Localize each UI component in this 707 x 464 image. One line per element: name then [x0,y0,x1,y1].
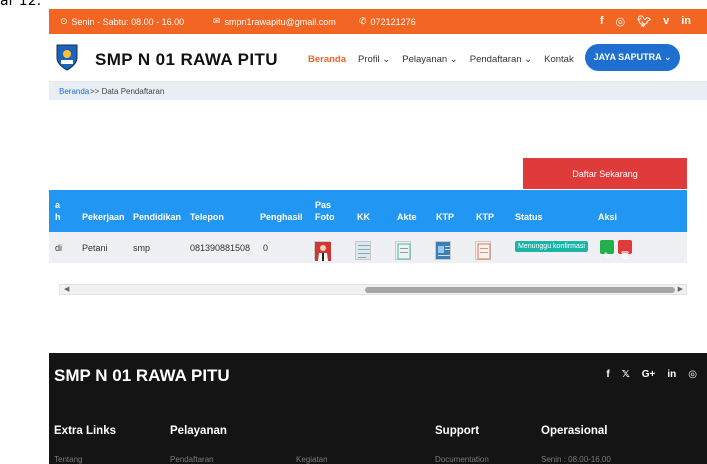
facebook-icon[interactable]: f [600,15,604,28]
main-navbar: SMP N 01 RAWA PITU Beranda Profil ⌄ Pela… [49,34,707,82]
breadcrumb: Beranda >> Data Pendaftaran [49,82,707,100]
header-pendidikan: Pendidikan [133,212,182,222]
linkedin-icon[interactable]: in [667,369,676,380]
site-footer: SMP N 01 RAWA PITU f 𝕏 G+ in ◎ Extra Lin… [49,353,707,464]
header-pekerjaan: Pekerjaan [82,212,125,222]
footer-heading-extra-links: Extra Links [54,425,116,437]
kk-thumbnail[interactable] [355,241,371,260]
nav-profil[interactable]: Profil ⌄ [358,54,390,65]
table-row: di Petani smp 081390881508 0 Menunggu ko… [49,232,687,263]
email-text: smpn1rawapitu@gmail.com [224,16,336,27]
footer-heading-support: Support [435,425,480,437]
vimeo-icon[interactable]: v [663,15,669,28]
header-ktp-1: KTP [436,212,454,222]
phone-text: 072121276 [370,16,416,27]
mail-icon: ✉ [213,16,221,26]
pas-foto-thumbnail[interactable] [314,241,331,261]
header-aksi: Aksi [598,212,618,222]
clock-icon: ⊙ [60,16,68,26]
twitter-icon[interactable]: 𝕏 [622,369,630,380]
id-card-icon [438,246,450,256]
header-ktp-2: KTP [476,212,494,222]
email-info[interactable]: ✉ smpn1rawapitu@gmail.com [213,16,336,27]
site-brand[interactable]: SMP N 01 RAWA PITU [95,50,278,70]
footer-heading-operasional: Operasional [541,425,608,437]
cell-telepon: 081390881508 [190,243,251,253]
header-pas: Pas [315,200,332,210]
footer-link-pendaftaran[interactable]: Pendaftaran [170,455,214,464]
twitter-icon[interactable]: 🐦︎ [637,15,651,28]
user-menu-button[interactable]: JAYA SAPUTRA ⌄ [585,44,680,71]
school-logo-icon[interactable] [56,44,78,71]
cell-pendidikan: smp [133,243,151,253]
breadcrumb-home[interactable]: Beranda [59,87,89,96]
cell-partial: di [55,243,63,253]
nav-menu: Beranda Profil ⌄ Pelayanan ⌄ Pendaftaran… [308,54,586,65]
header-telepon: Telepon [190,212,224,222]
instagram-icon[interactable]: ◎ [616,15,626,28]
scrollbar-thumb[interactable] [365,287,675,293]
register-button[interactable]: Daftar Sekarang [523,158,687,189]
header-partial-a: a [55,200,61,210]
footer-link-kegiatan[interactable]: Kegiatan [296,455,328,464]
facebook-icon[interactable]: f [606,369,609,380]
nav-pendaftaran[interactable]: Pendaftaran ⌄ [470,54,532,65]
akte-thumbnail[interactable] [395,241,411,260]
instagram-icon[interactable]: ◎ [688,369,697,380]
footer-link-documentation[interactable]: Documentation [435,455,489,464]
breadcrumb-current: >> Data Pendaftaran [90,87,165,96]
delete-button[interactable]: 🗑︎ [618,240,632,260]
trash-icon: 🗑︎ [619,251,631,260]
hours-info: ⊙ Senin - Sabtu: 08.00 - 16.00 [60,16,184,27]
cell-penghasil: 0 [263,243,269,253]
footer-heading-pelayanan: Pelayanan [170,425,227,437]
footer-brand: SMP N 01 RAWA PITU [54,366,230,385]
table-horizontal-scrollbar[interactable]: ◀ ▶ [59,284,687,295]
social-links: f ◎ 🐦︎ v in [600,15,691,28]
table-header: a h Pekerjaan Pendidikan Telepon Penghas… [49,190,687,232]
status-badge: Menunggu konfirmasi [515,241,588,252]
hours-text: Senin - Sabtu: 08.00 - 16.00 [71,16,185,27]
footer-link-tentang[interactable]: Tentang [54,455,82,464]
header-partial-h: h [55,212,61,222]
document-icon [358,245,370,258]
scroll-right-icon[interactable]: ▶ [678,285,683,295]
footer-social-links: f 𝕏 G+ in ◎ [606,369,697,380]
scroll-left-icon[interactable]: ◀ [64,285,69,295]
phone-icon: ✆ [359,16,367,26]
header-foto: Foto [315,212,335,222]
header-kk: KK [357,212,370,222]
caption-strip: ar 12. [0,0,707,9]
ktp-thumbnail-1[interactable] [435,241,451,260]
header-status: Status [515,212,543,222]
header-penghasil: Penghasil [260,212,303,222]
cell-pekerjaan: Petani [82,243,108,253]
ktp-thumbnail-2[interactable] [475,241,491,260]
footer-operational-hours: Senin : 08.00-16.00 [541,455,611,464]
person-photo-icon [315,242,331,261]
caption-text: ar 12. [0,0,42,9]
nav-kontak[interactable]: Kontak [544,54,574,65]
header-akte: Akte [397,212,417,222]
nav-beranda[interactable]: Beranda [308,54,346,65]
google-plus-icon[interactable]: G+ [642,369,656,380]
certificate-icon [477,243,491,260]
nav-pelayanan[interactable]: Pelayanan ⌄ [402,54,458,65]
edit-button[interactable]: ✎ [600,240,614,260]
edit-icon: ✎ [603,251,611,260]
phone-info[interactable]: ✆ 072121276 [359,16,416,27]
certificate-icon [397,243,411,260]
top-info-bar: ⊙ Senin - Sabtu: 08.00 - 16.00 ✉ smpn1ra… [49,9,707,34]
linkedin-icon[interactable]: in [681,15,691,28]
